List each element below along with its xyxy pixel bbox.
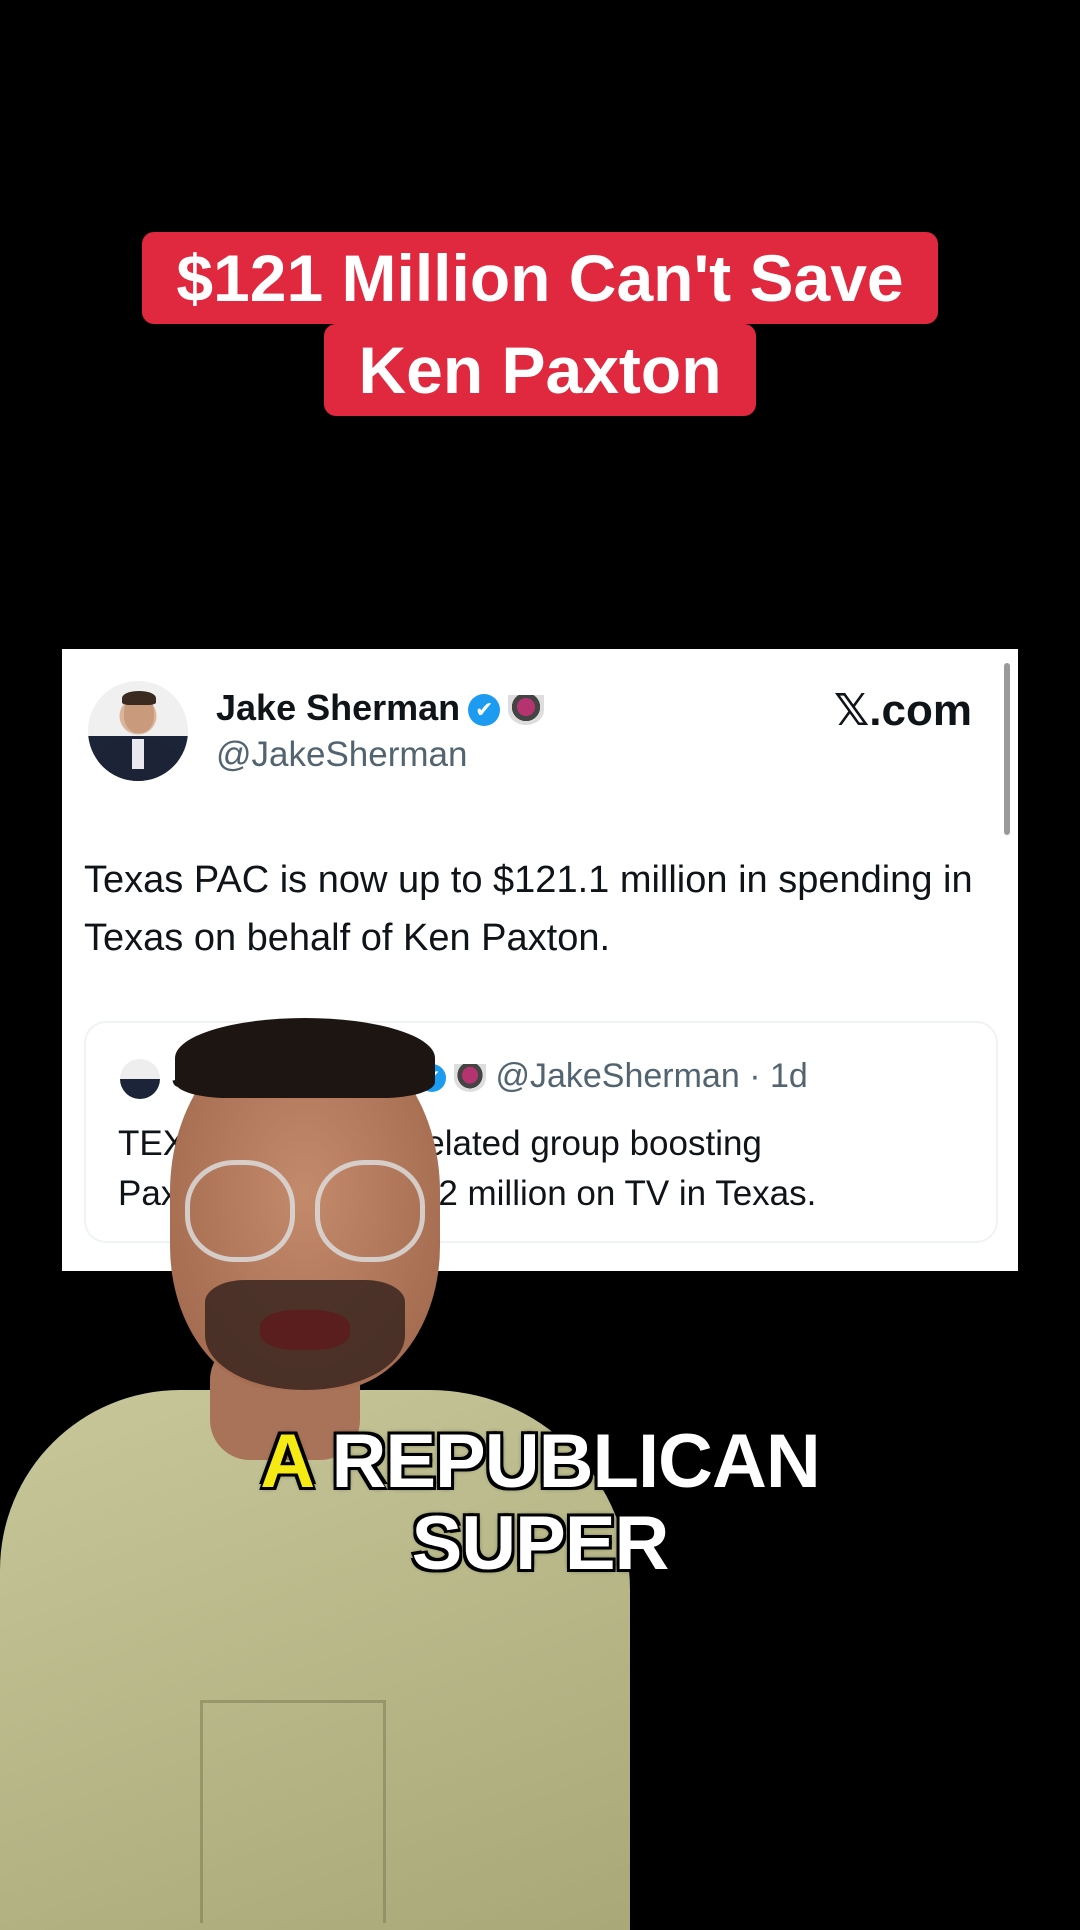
x-logo: 𝕏.com — [833, 686, 972, 735]
tweet-author-name[interactable]: Jake Sherman ✔ — [216, 687, 545, 729]
caption-line-2: SUPER — [411, 1501, 670, 1586]
verified-badge-icon: ✔ — [468, 694, 501, 727]
glasses-right-lens — [315, 1160, 425, 1262]
title-line-2: Ken Paxton — [324, 324, 756, 416]
caption-line-1-text: REPUBLICAN — [331, 1419, 820, 1504]
video-title-banner: $121 Million Can't Save Ken Paxton — [0, 232, 1080, 416]
scrollbar[interactable] — [1004, 663, 1010, 835]
hair — [175, 1018, 435, 1098]
caption-highlight-word: A — [260, 1419, 312, 1504]
tweet-text: Texas PAC is now up to $121.1 million in… — [84, 859, 973, 959]
glasses-left-lens — [185, 1160, 295, 1262]
author-name-text: Jake Sherman — [216, 687, 461, 728]
title-line-1: $121 Million Can't Save — [142, 232, 938, 324]
tweet-author-handle[interactable]: @JakeSherman — [216, 735, 467, 775]
mouth — [260, 1310, 350, 1350]
caption-line-1: A REPUBLICAN — [0, 1418, 1080, 1505]
emoji-icon — [508, 695, 545, 726]
avatar[interactable] — [88, 681, 188, 781]
shirt-pocket — [200, 1700, 386, 1923]
